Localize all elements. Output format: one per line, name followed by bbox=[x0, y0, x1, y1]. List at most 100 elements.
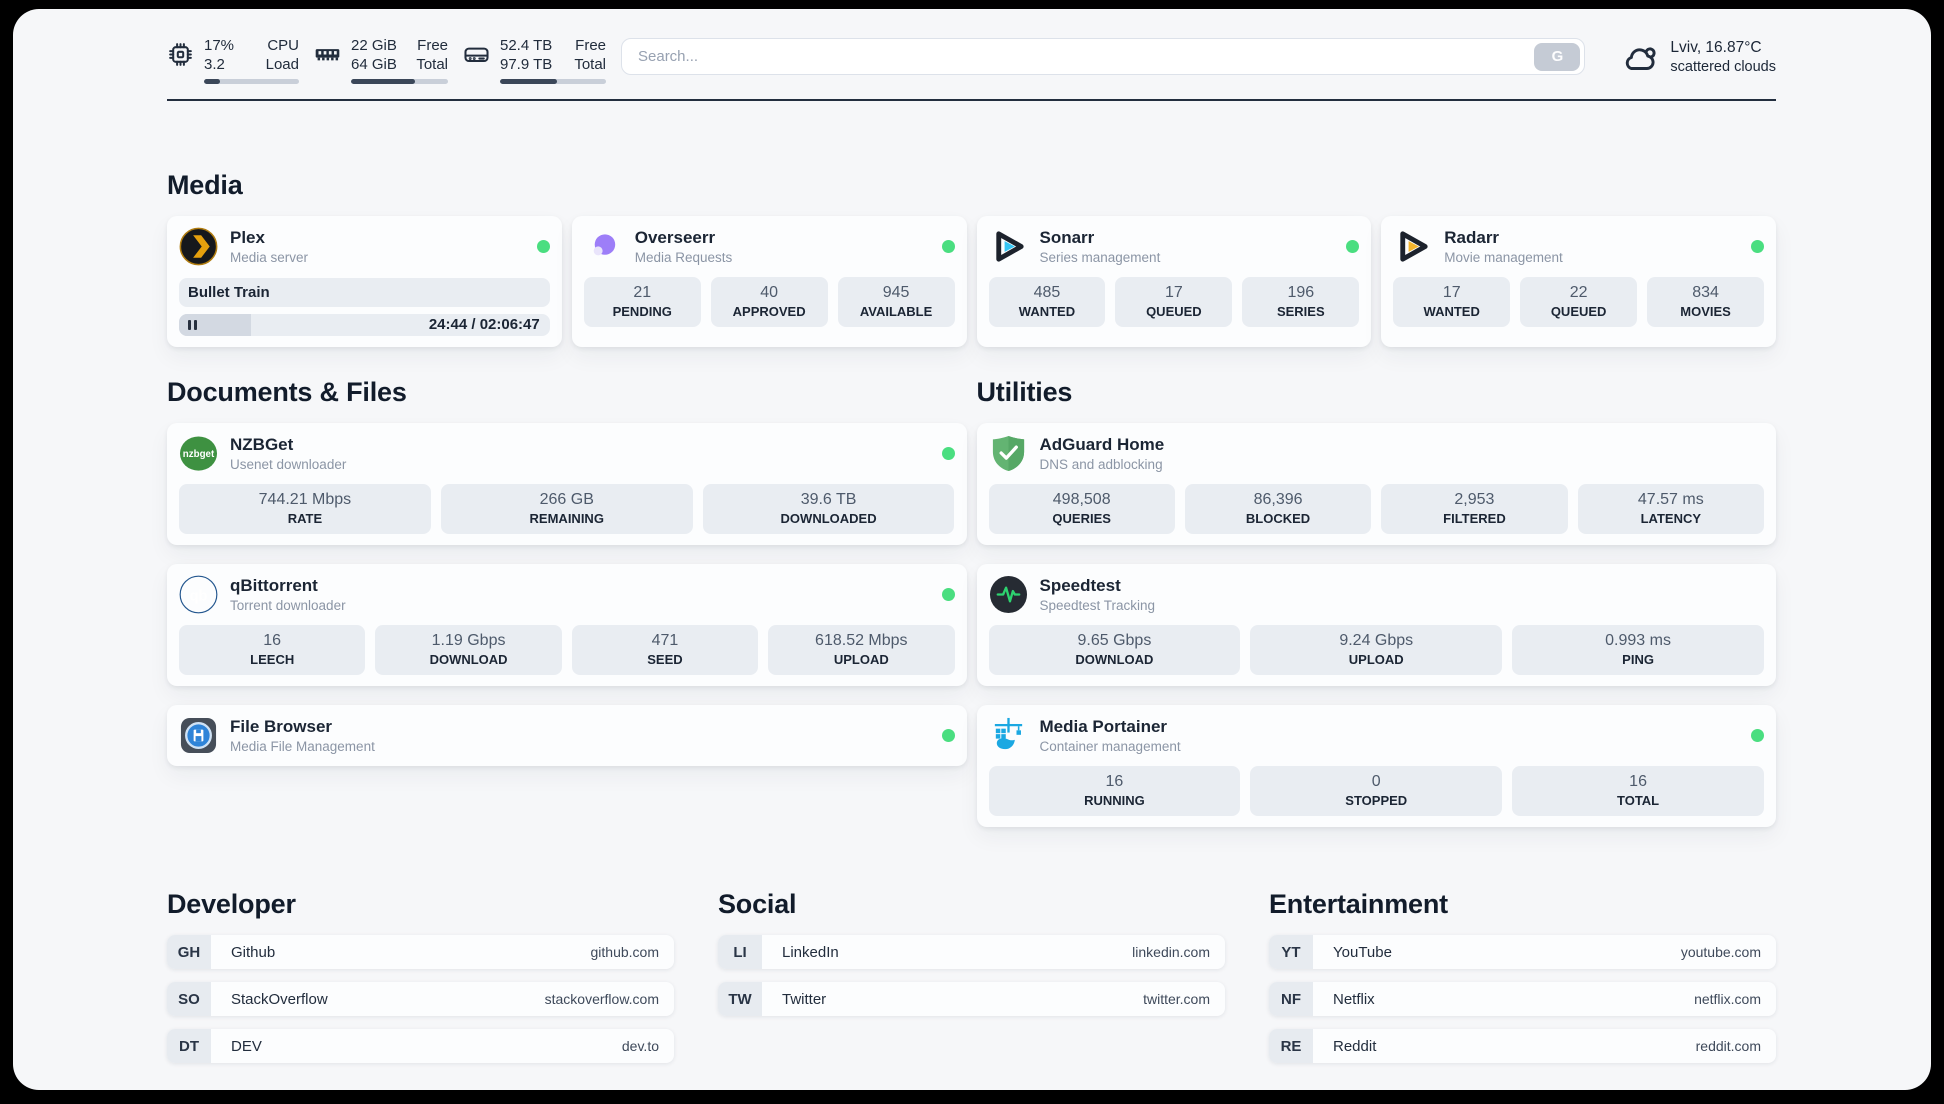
link-row-youtube[interactable]: YT YouTube youtube.com bbox=[1269, 935, 1776, 969]
stat-box: 22 QUEUED bbox=[1520, 277, 1638, 327]
status-dot bbox=[941, 240, 955, 253]
link-name: YouTube bbox=[1333, 943, 1392, 961]
app-title: File Browser bbox=[230, 717, 333, 736]
link-name: Twitter bbox=[782, 990, 827, 1008]
app-stats: 16 RUNNING 0 STOPPED 16 TOTAL bbox=[988, 766, 1765, 816]
documents-card-column: nzbget NZBGet Usenet downloader 744.21 M… bbox=[167, 423, 967, 766]
stat-label: RATE bbox=[287, 511, 323, 526]
app-subtitle: Movie management bbox=[1444, 250, 1563, 265]
section-title-entertainment: Entertainment bbox=[1269, 889, 1448, 919]
app-card-adguard-home[interactable]: AdGuard Home DNS and adblocking 498,508 … bbox=[976, 423, 1776, 545]
cloud-icon bbox=[1621, 38, 1659, 80]
app-card-media-portainer[interactable]: Media Portainer Container management 16 … bbox=[976, 705, 1776, 827]
search-input[interactable] bbox=[622, 47, 1535, 66]
app-card-qbittorrent[interactable]: qb qBittorrent Torrent downloader 16 LEE… bbox=[167, 564, 967, 686]
stat-progress-track bbox=[500, 79, 606, 84]
link-row-dev[interactable]: DT DEV dev.to bbox=[167, 1029, 674, 1063]
link-name: StackOverflow bbox=[231, 990, 328, 1008]
link-row-linkedin[interactable]: LI LinkedIn linkedin.com bbox=[718, 935, 1225, 969]
app-title: Overseerr bbox=[634, 228, 716, 247]
app-card-radarr[interactable]: Radarr Movie management 17 WANTED 22 QUE… bbox=[1381, 216, 1776, 347]
app-card-plex[interactable]: Plex Media server Bullet Train 24:44 / 0… bbox=[167, 216, 562, 347]
link-row-twitter[interactable]: TW Twitter twitter.com bbox=[718, 982, 1225, 1016]
stat-value: 0 bbox=[1371, 773, 1381, 790]
stat-box: 16 LEECH bbox=[179, 625, 366, 675]
stat-value: 266 GB bbox=[539, 491, 594, 508]
app-title: Sonarr bbox=[1039, 228, 1095, 247]
status-dot bbox=[1346, 240, 1360, 253]
link-abbreviation-badge: SO bbox=[167, 982, 211, 1016]
app-card-sonarr[interactable]: Sonarr Series management 485 WANTED 17 Q… bbox=[976, 216, 1372, 347]
section-title-utilities: Utilities bbox=[976, 377, 1073, 407]
link-row-stackoverflow[interactable]: SO StackOverflow stackoverflow.com bbox=[167, 982, 674, 1016]
app-subtitle: Media Requests bbox=[634, 250, 733, 265]
link-name: Netflix bbox=[1333, 990, 1375, 1008]
section-title-developer: Developer bbox=[167, 889, 296, 919]
portainer-icon bbox=[994, 717, 1022, 750]
stat-box: 1.19 Gbps DOWNLOAD bbox=[375, 625, 562, 675]
stat-value-primary: 22 GiB bbox=[351, 37, 397, 54]
stat-label-secondary: Total bbox=[574, 56, 606, 73]
pause-icon[interactable] bbox=[188, 320, 197, 330]
search-engine-button[interactable]: G bbox=[1534, 42, 1581, 71]
svg-text:nzbget: nzbget bbox=[183, 449, 215, 460]
stat-label: FILTERED bbox=[1443, 511, 1506, 526]
link-row-netflix[interactable]: NF Netflix netflix.com bbox=[1269, 982, 1776, 1016]
stat-label: TOTAL bbox=[1617, 793, 1660, 808]
link-url: reddit.com bbox=[1695, 1038, 1761, 1054]
link-abbreviation-badge: RE bbox=[1269, 1029, 1313, 1063]
app-subtitle: Container management bbox=[1039, 739, 1181, 754]
app-card-file-browser[interactable]: File Browser Media File Management bbox=[167, 705, 967, 766]
stat-value: 9.65 Gbps bbox=[1077, 632, 1152, 649]
developer-links: GH Github github.com SO StackOverflow st… bbox=[167, 935, 674, 1063]
link-url: dev.to bbox=[621, 1038, 659, 1054]
stat-box: 471 SEED bbox=[571, 625, 759, 675]
stat-value: 744.21 Mbps bbox=[258, 491, 352, 508]
app-stats: 9.65 Gbps DOWNLOAD 9.24 Gbps UPLOAD 0.99… bbox=[988, 625, 1765, 675]
disk-icon bbox=[464, 47, 489, 63]
link-url: twitter.com bbox=[1143, 991, 1210, 1007]
link-abbreviation-badge: TW bbox=[718, 982, 762, 1016]
header-divider bbox=[167, 99, 1776, 101]
link-row-reddit[interactable]: RE Reddit reddit.com bbox=[1269, 1029, 1776, 1063]
search-bar[interactable]: G bbox=[621, 38, 1586, 75]
now-playing-bar[interactable]: Bullet Train bbox=[179, 278, 550, 307]
stat-box: 266 GB REMAINING bbox=[440, 484, 693, 534]
stat-box: 86,396 BLOCKED bbox=[1184, 484, 1372, 534]
stat-label: APPROVED bbox=[732, 304, 806, 319]
app-card-overseerr[interactable]: Overseerr Media Requests 21 PENDING 40 A… bbox=[571, 216, 967, 347]
stat-box: 498,508 QUERIES bbox=[988, 484, 1175, 534]
radarr-icon bbox=[1400, 231, 1428, 262]
link-row-github[interactable]: GH Github github.com bbox=[167, 935, 674, 969]
stat-progress-fill bbox=[204, 79, 221, 84]
status-dot bbox=[1751, 729, 1764, 742]
app-card-speedtest[interactable]: Speedtest Speedtest Tracking 9.65 Gbps D… bbox=[976, 564, 1776, 686]
stat-value: 618.52 Mbps bbox=[815, 632, 908, 649]
stat-box: 9.65 Gbps DOWNLOAD bbox=[988, 625, 1241, 675]
app-stats: 17 WANTED 22 QUEUED 834 MOVIES bbox=[1393, 277, 1765, 327]
playback-progress-bar[interactable]: 24:44 / 02:06:47 bbox=[179, 314, 550, 336]
section-utilities: Utilities AdGuard Home DNS and adblockin… bbox=[976, 377, 1776, 827]
section-title-social: Social bbox=[718, 889, 797, 919]
link-abbreviation-badge: YT bbox=[1269, 935, 1313, 969]
filebrowser-icon bbox=[180, 717, 217, 754]
stat-value: 16 bbox=[1629, 773, 1647, 790]
stat-value-secondary: 3.2 bbox=[204, 56, 225, 73]
stat-value: 834 bbox=[1692, 284, 1719, 301]
overseerr-icon bbox=[584, 227, 622, 266]
stat-progress-track bbox=[204, 79, 299, 84]
stat-label-primary: Free bbox=[575, 37, 606, 54]
stat-progress-track bbox=[351, 79, 448, 84]
link-url: stackoverflow.com bbox=[544, 991, 659, 1007]
app-stats: 485 WANTED 17 QUEUED 196 SERIES bbox=[988, 277, 1360, 327]
app-card-nzbget[interactable]: nzbget NZBGet Usenet downloader 744.21 M… bbox=[167, 423, 967, 545]
ram-icon bbox=[315, 49, 340, 61]
link-abbreviation-badge: DT bbox=[167, 1029, 211, 1063]
stat-label: QUEUED bbox=[1146, 304, 1202, 319]
stat-value: 1.19 Gbps bbox=[431, 632, 506, 649]
stat-value: 16 bbox=[263, 632, 282, 649]
app-subtitle: Speedtest Tracking bbox=[1039, 598, 1156, 613]
section-social: Social LI LinkedIn linkedin.com TW Twitt… bbox=[718, 889, 1225, 1063]
system-stats: 17% 3.2 CPU Load 22 GiB 64 GiB Free Tota… bbox=[167, 36, 621, 84]
stat-box: 17 WANTED bbox=[1393, 277, 1511, 327]
